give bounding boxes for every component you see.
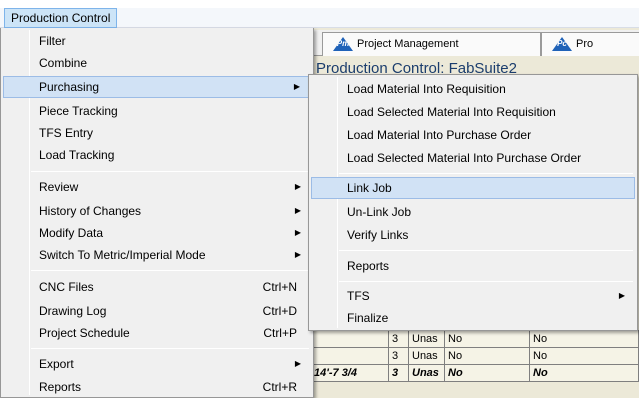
menu-separator: [339, 281, 633, 282]
menu-item-label: Combine: [39, 56, 88, 70]
triangle-right-icon: ▶: [294, 228, 301, 237]
table-row[interactable]: 3 Unas No No: [310, 347, 639, 365]
grid-cell[interactable]: 3: [388, 330, 409, 348]
menu-item-modify-data[interactable]: Modify Data ▶: [3, 222, 311, 244]
menu-item-label: Export: [39, 357, 74, 371]
menu-item-load-selected-material-purchase-order[interactable]: Load Selected Material Into Purchase Ord…: [311, 147, 635, 169]
menu-item-label: Load Material Into Purchase Order: [347, 128, 532, 142]
menu-separator: [31, 171, 309, 172]
menu-item-drawing-log[interactable]: Drawing Log Ctrl+D: [3, 300, 311, 322]
menu-item-label: Load Material Into Requisition: [347, 82, 506, 96]
grid-cell[interactable]: Unas: [408, 347, 445, 365]
tab-label: Pro: [576, 38, 594, 50]
menu-item-cnc-files[interactable]: CNC Files Ctrl+N: [3, 276, 311, 298]
menu-item-label: Reports: [347, 259, 390, 273]
menu-item-filter[interactable]: Filter: [3, 30, 311, 52]
menu-item-label: TFS: [347, 289, 370, 303]
tab-label: Project Management: [357, 38, 459, 50]
grid-cell[interactable]: 3: [388, 347, 409, 365]
purchasing-submenu: Load Material Into Requisition Load Sele…: [308, 74, 638, 331]
grid-cell[interactable]: No: [529, 364, 639, 382]
triangle-right-icon: ▶: [294, 182, 301, 191]
menu-item-history-of-changes[interactable]: History of Changes ▶: [3, 200, 311, 222]
grid-cell[interactable]: [310, 347, 389, 365]
grid-cell[interactable]: No: [529, 347, 639, 365]
table-row[interactable]: 3 Unas No No: [310, 330, 639, 348]
menu-item-label: Purchasing: [39, 80, 100, 94]
menu-separator: [31, 270, 309, 271]
triangle-right-icon: ▶: [618, 291, 625, 300]
menu-item-label: Load Tracking: [39, 148, 115, 162]
triangle-right-icon: ▶: [294, 359, 301, 368]
window-top-border: [0, 0, 639, 8]
menu-item-review[interactable]: Review ▶: [3, 176, 311, 198]
shortcut-label: Ctrl+D: [262, 304, 297, 318]
triangle-right-icon: ▶: [294, 206, 301, 215]
module-tabstrip: Pm Project Management Pc Pro: [310, 30, 639, 56]
production-control-menu: Filter Combine Purchasing ▶ Piece Trackin…: [0, 28, 314, 398]
menubar-production-control[interactable]: Production Control: [4, 8, 118, 28]
menu-item-label: Review: [39, 180, 79, 194]
menu-item-label: Link Job: [347, 181, 392, 195]
menu-item-load-material-purchase-order[interactable]: Load Material Into Purchase Order: [311, 124, 635, 146]
data-grid: 3 Unas No No 3 Unas No No 14'-7 3/4 3 Un…: [310, 330, 639, 382]
menu-item-label: Project Schedule: [39, 326, 130, 340]
grid-cell[interactable]: No: [444, 364, 530, 382]
menu-item-verify-links[interactable]: Verify Links: [311, 224, 635, 246]
menu-item-reports[interactable]: Reports Ctrl+R: [3, 376, 311, 398]
tab-production-control[interactable]: Pc Pro: [541, 32, 639, 56]
menu-item-label: Verify Links: [347, 228, 409, 242]
menu-item-label: Modify Data: [39, 226, 104, 240]
grid-cell[interactable]: No: [529, 330, 639, 348]
menu-item-unlink-job[interactable]: Un-Link Job: [311, 201, 635, 223]
menu-item-tfs[interactable]: TFS ▶: [311, 285, 635, 307]
menu-item-label: Piece Tracking: [39, 104, 118, 118]
menu-separator: [339, 173, 633, 174]
menu-separator: [31, 348, 309, 349]
menu-item-label: Drawing Log: [39, 304, 107, 318]
triangle-right-icon: ▶: [293, 82, 300, 91]
menu-item-label: History of Changes: [39, 204, 142, 218]
menu-item-label: TFS Entry: [39, 126, 94, 140]
project-management-logo-icon: Pm: [333, 37, 353, 51]
menu-item-label: CNC Files: [39, 280, 94, 294]
production-control-logo-icon: Pc: [552, 37, 572, 51]
menu-item-label: Load Selected Material Into Requisition: [347, 105, 556, 119]
shortcut-label: Ctrl+R: [262, 380, 297, 394]
menu-item-purchasing[interactable]: Purchasing ▶: [3, 76, 311, 98]
tab-project-management[interactable]: Pm Project Management: [322, 32, 541, 56]
table-row[interactable]: 14'-7 3/4 3 Unas No No: [310, 364, 639, 382]
menu-item-combine[interactable]: Combine: [3, 52, 311, 74]
menu-item-label: Reports: [39, 380, 82, 394]
shortcut-label: Ctrl+N: [262, 280, 297, 294]
menubar: Production Control: [0, 8, 639, 28]
menu-item-load-material-requisition[interactable]: Load Material Into Requisition: [311, 78, 635, 100]
grid-cell[interactable]: No: [444, 330, 530, 348]
shortcut-label: Ctrl+P: [263, 326, 297, 340]
grid-cell[interactable]: [310, 330, 389, 348]
menu-item-label: Switch To Metric/Imperial Mode: [39, 248, 206, 262]
menu-item-link-job[interactable]: Link Job: [311, 177, 635, 199]
menu-item-label: Load Selected Material Into Purchase Ord…: [347, 151, 582, 165]
grid-cell[interactable]: Unas: [408, 364, 445, 382]
grid-cell[interactable]: 14'-7 3/4: [310, 364, 389, 382]
menu-item-piece-tracking[interactable]: Piece Tracking: [3, 100, 311, 122]
menu-item-export[interactable]: Export ▶: [3, 353, 311, 375]
menu-item-label: Finalize: [347, 311, 389, 325]
menu-separator: [339, 250, 633, 251]
menu-item-load-selected-material-requisition[interactable]: Load Selected Material Into Requisition: [311, 101, 635, 123]
menu-item-purchasing-reports[interactable]: Reports: [311, 255, 635, 277]
menu-item-label: Filter: [39, 34, 66, 48]
triangle-right-icon: ▶: [294, 250, 301, 259]
grid-cell[interactable]: No: [444, 347, 530, 365]
menu-item-label: Un-Link Job: [347, 205, 412, 219]
menu-item-switch-metric-imperial[interactable]: Switch To Metric/Imperial Mode ▶: [3, 244, 311, 266]
grid-cell[interactable]: 3: [388, 364, 409, 382]
menu-item-tfs-entry[interactable]: TFS Entry: [3, 122, 311, 144]
grid-cell[interactable]: Unas: [408, 330, 445, 348]
menu-item-project-schedule[interactable]: Project Schedule Ctrl+P: [3, 322, 311, 344]
menu-item-finalize[interactable]: Finalize: [311, 307, 635, 329]
menu-item-load-tracking[interactable]: Load Tracking: [3, 144, 311, 166]
